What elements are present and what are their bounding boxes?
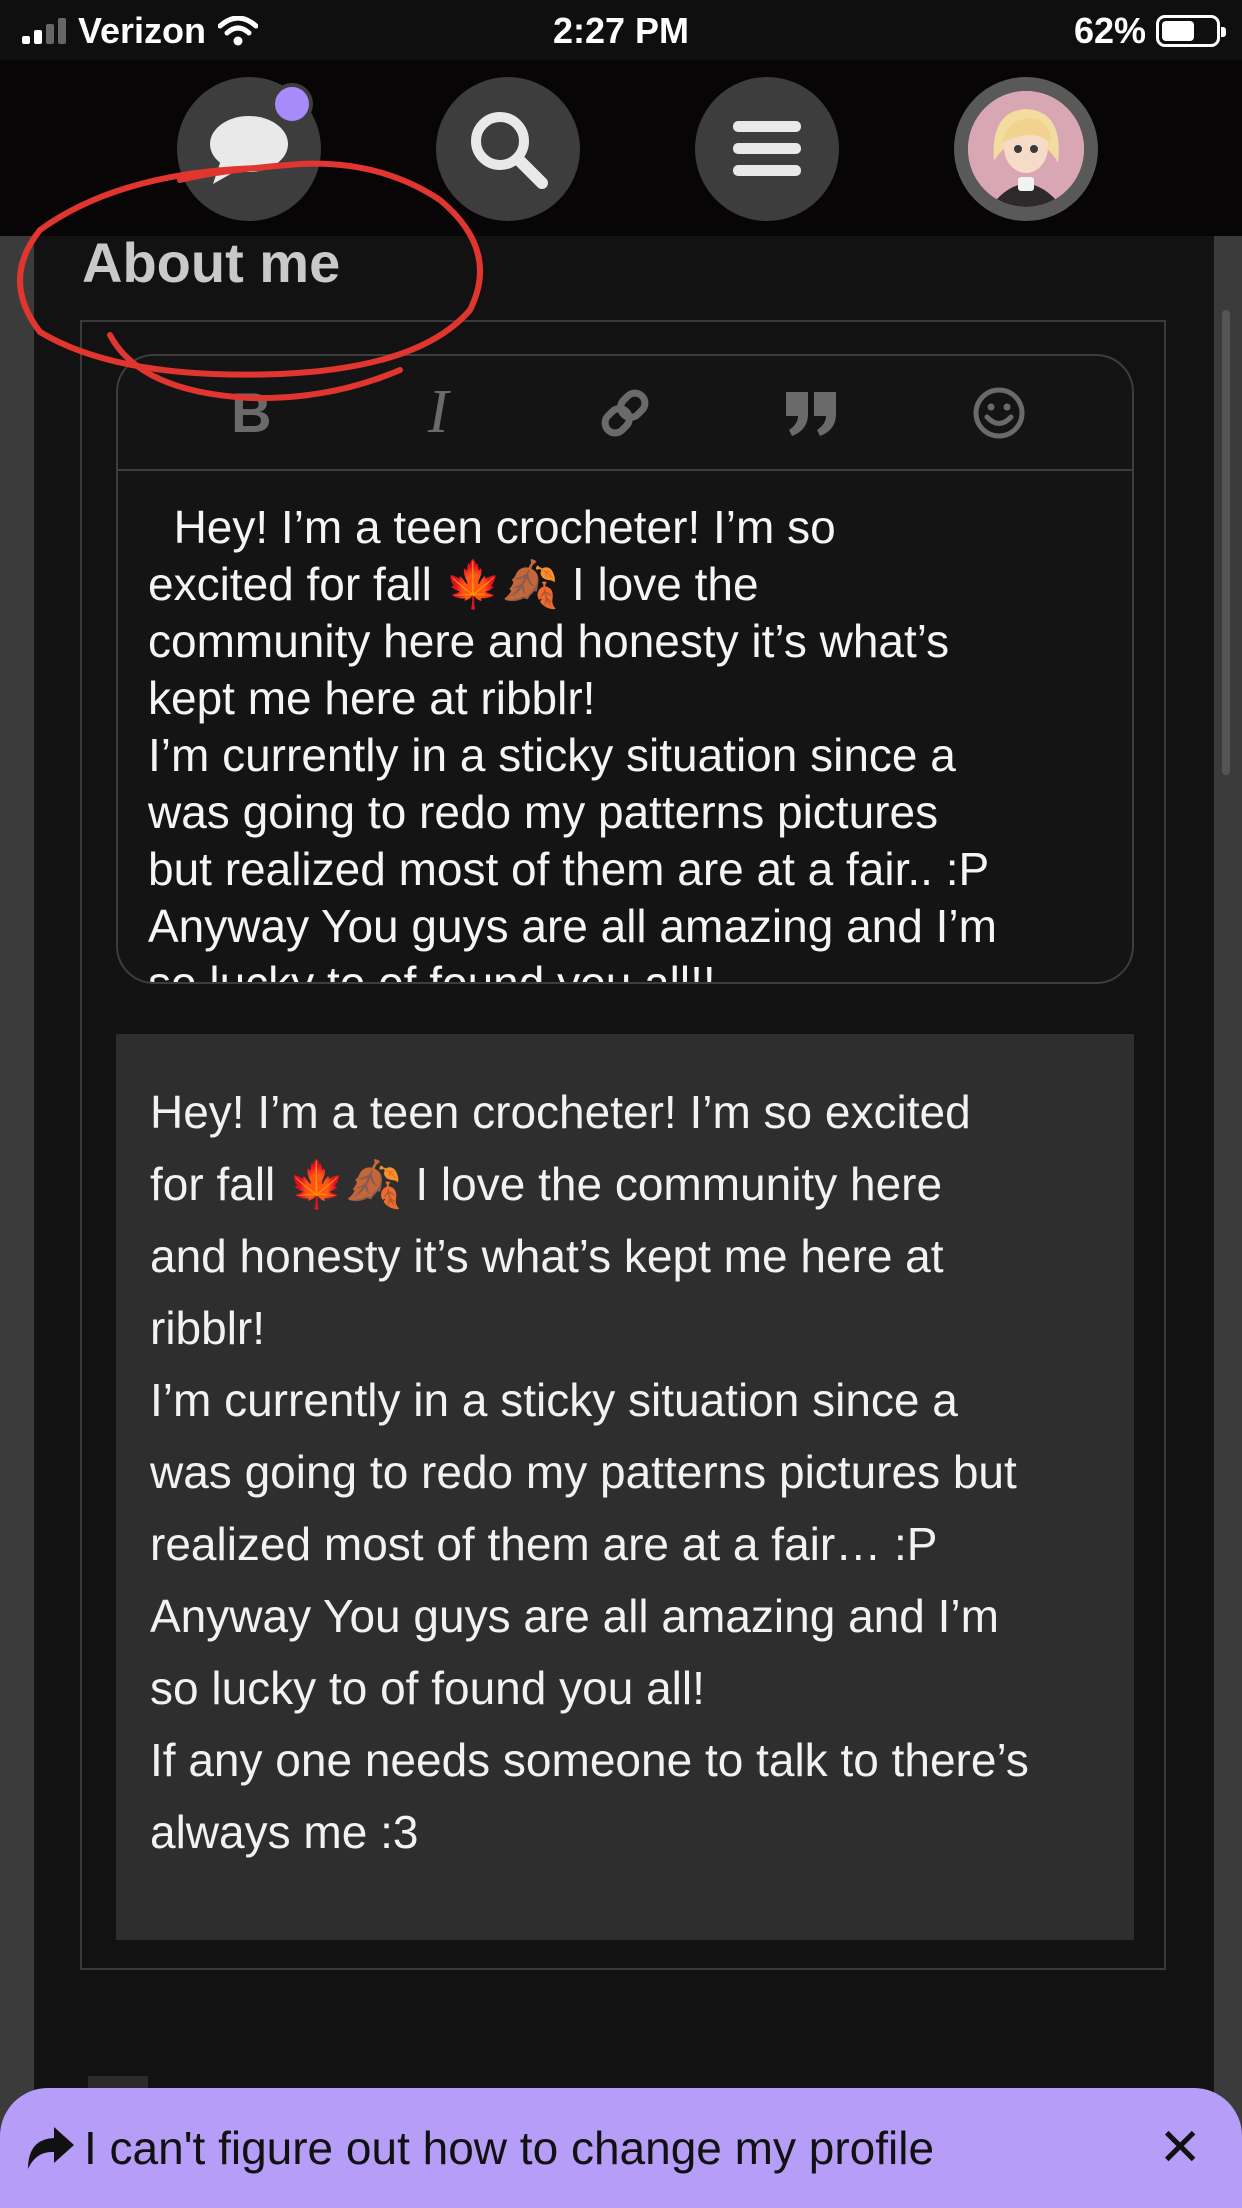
notification-dot <box>271 83 313 125</box>
status-bar: Verizon 2:27 PM 62% <box>0 0 1242 60</box>
top-nav <box>0 60 1242 236</box>
status-time: 2:27 PM <box>552 10 690 51</box>
quote-icon[interactable] <box>767 368 857 458</box>
toast-message: I can't figure out how to change my prof… <box>84 2122 935 2174</box>
battery-icon <box>1156 15 1226 47</box>
battery-percent: 62% <box>1073 10 1146 51</box>
about-me-textarea[interactable]: Hey! I’m a teen crocheter! I’m so excite… <box>118 471 1132 982</box>
messages-button[interactable] <box>177 77 321 221</box>
scrollbar[interactable] <box>1222 310 1230 775</box>
search-icon <box>471 112 548 189</box>
bold-icon[interactable]: B <box>206 368 296 458</box>
link-icon[interactable] <box>580 368 670 458</box>
profile-edit-page: About me B I Hey! I’m a teen crocheter! … <box>34 231 1214 2208</box>
italic-icon[interactable]: I <box>393 368 483 458</box>
about-me-section: B I Hey! I’m a teen crocheter! I’m so ex… <box>80 320 1166 1970</box>
profile-button[interactable] <box>954 77 1098 221</box>
about-me-editor[interactable]: B I Hey! I’m a teen crocheter! I’m so ex… <box>116 354 1134 984</box>
about-me-preview: Hey! I’m a teen crocheter! I’m so excite… <box>116 1034 1134 1940</box>
menu-icon <box>733 121 801 176</box>
battery-level-fill <box>1162 21 1195 41</box>
close-icon[interactable]: ✕ <box>1158 2118 1202 2178</box>
feedback-toast[interactable]: I can't figure out how to change my prof… <box>0 2088 1242 2208</box>
share-arrow-icon <box>22 2120 78 2176</box>
preview-text: Hey! I’m a teen crocheter! I’m so excite… <box>150 1086 1029 1858</box>
battery-status: 62% <box>1073 10 1226 52</box>
editor-toolbar: B I <box>118 356 1132 471</box>
search-button[interactable] <box>436 77 580 221</box>
emoji-icon[interactable] <box>954 368 1044 458</box>
menu-button[interactable] <box>695 77 839 221</box>
chat-bubble-icon <box>210 116 288 184</box>
profile-avatar <box>968 91 1084 207</box>
section-title: About me <box>82 231 341 294</box>
